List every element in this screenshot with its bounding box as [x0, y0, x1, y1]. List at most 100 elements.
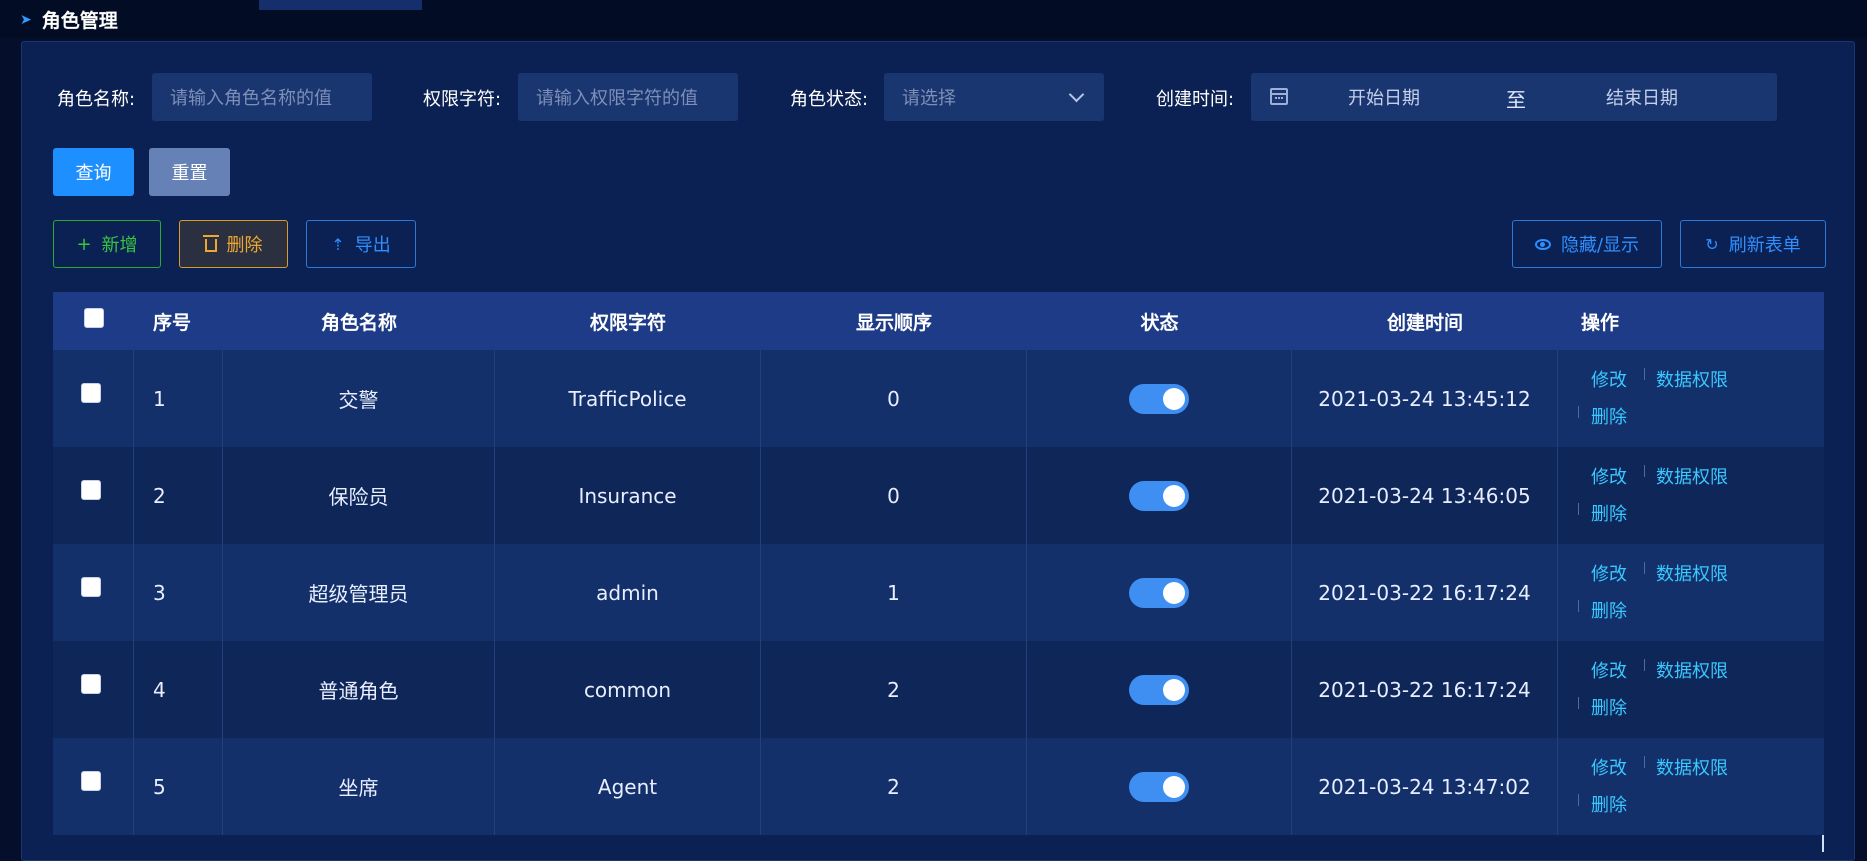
row-role-name: 坐席 [223, 738, 495, 835]
row-checkbox[interactable] [81, 771, 101, 791]
roles-table: 序号 角色名称 权限字符 显示顺序 状态 创建时间 操作 1 交警 Traffi… [53, 292, 1824, 852]
row-perm-key: TrafficPolice [495, 350, 761, 447]
row-checkbox[interactable] [81, 577, 101, 597]
row-sort-order: 0 [761, 447, 1027, 544]
date-range-picker[interactable]: 开始日期 至 结束日期 [1251, 73, 1777, 121]
query-button[interactable]: 查询 [53, 148, 134, 196]
row-sort-order: 1 [761, 544, 1027, 641]
status-toggle[interactable] [1129, 577, 1189, 608]
upload-icon: ⇡ [331, 234, 345, 254]
data-permission-link[interactable]: 数据权限 [1656, 366, 1728, 392]
refresh-button[interactable]: ↻ 刷新表单 [1680, 220, 1826, 268]
row-created-time: 2021-03-22 16:17:24 [1292, 544, 1558, 641]
row-created-time: 2021-03-22 16:17:24 [1292, 641, 1558, 738]
status-toggle[interactable] [1129, 674, 1189, 705]
end-date-input[interactable]: 结束日期 [1606, 84, 1678, 110]
chevron-down-icon [1068, 86, 1085, 103]
status-toggle[interactable] [1129, 383, 1189, 414]
title-wrapper: ➤ 角色管理 [20, 6, 118, 33]
edit-link[interactable]: 修改 [1591, 463, 1627, 489]
select-all-checkbox[interactable] [83, 308, 104, 328]
data-permission-link[interactable]: 数据权限 [1656, 754, 1728, 780]
row-perm-key: common [495, 641, 761, 738]
divider [1644, 562, 1645, 574]
actions-group: 修改 数据权限 删除 [1558, 544, 1824, 641]
header-actions: 操作 [1581, 311, 1620, 334]
date-separator: 至 [1506, 88, 1526, 112]
row-role-name: 保险员 [223, 447, 495, 544]
toggle-knob [1163, 581, 1185, 604]
data-permission-link[interactable]: 数据权限 [1656, 560, 1728, 586]
row-status-cell [1027, 641, 1292, 738]
row-status-cell [1027, 544, 1292, 641]
row-status-cell [1027, 350, 1292, 447]
reset-button[interactable]: 重置 [149, 148, 230, 196]
calendar-icon [1270, 88, 1288, 105]
perm-key-label: 权限字符: [423, 89, 502, 110]
divider [1644, 465, 1645, 477]
page-header: ➤ 角色管理 [0, 0, 1867, 38]
eye-icon [1534, 238, 1551, 250]
row-checkbox[interactable] [81, 480, 101, 500]
row-created-time: 2021-03-24 13:46:05 [1292, 447, 1558, 544]
plus-icon: + [76, 233, 92, 255]
row-actions: 修改 数据权限 删除 [1558, 544, 1824, 641]
delete-button[interactable]: 删除 [179, 220, 288, 268]
edit-link[interactable]: 修改 [1591, 754, 1627, 780]
row-checkbox-cell [53, 738, 134, 835]
row-actions: 修改 数据权限 删除 [1558, 738, 1824, 835]
role-name-input[interactable]: 请输入角色名称的值 [152, 73, 372, 121]
actions-group: 修改 数据权限 删除 [1558, 447, 1824, 544]
add-button-label: 新增 [101, 235, 138, 256]
arrow-right-icon: ➤ [20, 11, 32, 28]
actions-group: 修改 数据权限 删除 [1558, 738, 1824, 835]
delete-link[interactable]: 删除 [1591, 403, 1627, 429]
row-role-name: 交警 [223, 350, 495, 447]
toggle-knob [1163, 678, 1185, 701]
edit-link[interactable]: 修改 [1591, 657, 1627, 683]
row-index: 3 [134, 544, 223, 641]
toggle-knob [1163, 387, 1185, 410]
row-role-name: 超级管理员 [223, 544, 495, 641]
row-checkbox-cell [53, 641, 134, 738]
refresh-button-label: 刷新表单 [1728, 235, 1801, 256]
header-checkbox-cell [53, 292, 134, 350]
edit-link[interactable]: 修改 [1591, 366, 1627, 392]
divider [1578, 406, 1579, 418]
role-status-select[interactable]: 请选择 [884, 73, 1104, 121]
table-header: 序号 角色名称 权限字符 显示顺序 状态 创建时间 操作 [53, 292, 1824, 350]
header-sort-order: 显示顺序 [855, 311, 932, 334]
status-toggle[interactable] [1129, 480, 1189, 511]
header-role-name: 角色名称 [320, 311, 397, 334]
edit-link[interactable]: 修改 [1591, 560, 1627, 586]
status-toggle[interactable] [1129, 771, 1189, 802]
row-checkbox-cell [53, 544, 134, 641]
delete-link[interactable]: 删除 [1591, 791, 1627, 817]
row-perm-key: Insurance [495, 447, 761, 544]
export-button[interactable]: ⇡ 导出 [306, 220, 416, 268]
perm-key-input[interactable]: 请输入权限字符的值 [518, 73, 738, 121]
table-row: 4 普通角色 common 2 2021-03-22 16:17:24 修改 数… [53, 641, 1824, 738]
row-checkbox[interactable] [81, 383, 101, 403]
row-status-cell [1027, 738, 1292, 835]
row-checkbox[interactable] [81, 674, 101, 694]
add-button[interactable]: + 新增 [53, 220, 161, 268]
row-checkbox-cell [53, 447, 134, 544]
row-actions: 修改 数据权限 删除 [1558, 447, 1824, 544]
toggle-columns-button[interactable]: 隐藏/显示 [1512, 220, 1662, 268]
delete-link[interactable]: 删除 [1591, 694, 1627, 720]
row-index: 5 [134, 738, 223, 835]
table-row: 1 交警 TrafficPolice 0 2021-03-24 13:45:12… [53, 350, 1824, 447]
row-perm-key: admin [495, 544, 761, 641]
start-date-input[interactable]: 开始日期 [1348, 84, 1420, 110]
divider [1644, 756, 1645, 768]
data-permission-link[interactable]: 数据权限 [1656, 657, 1728, 683]
data-permission-link[interactable]: 数据权限 [1656, 463, 1728, 489]
toggle-columns-label: 隐藏/显示 [1560, 235, 1640, 256]
header-status: 状态 [1140, 311, 1179, 334]
delete-link[interactable]: 删除 [1591, 597, 1627, 623]
role-status-label: 角色状态: [790, 89, 869, 110]
delete-link[interactable]: 删除 [1591, 500, 1627, 526]
role-name-label: 角色名称: [57, 89, 136, 110]
active-tab-indicator[interactable] [259, 0, 422, 10]
